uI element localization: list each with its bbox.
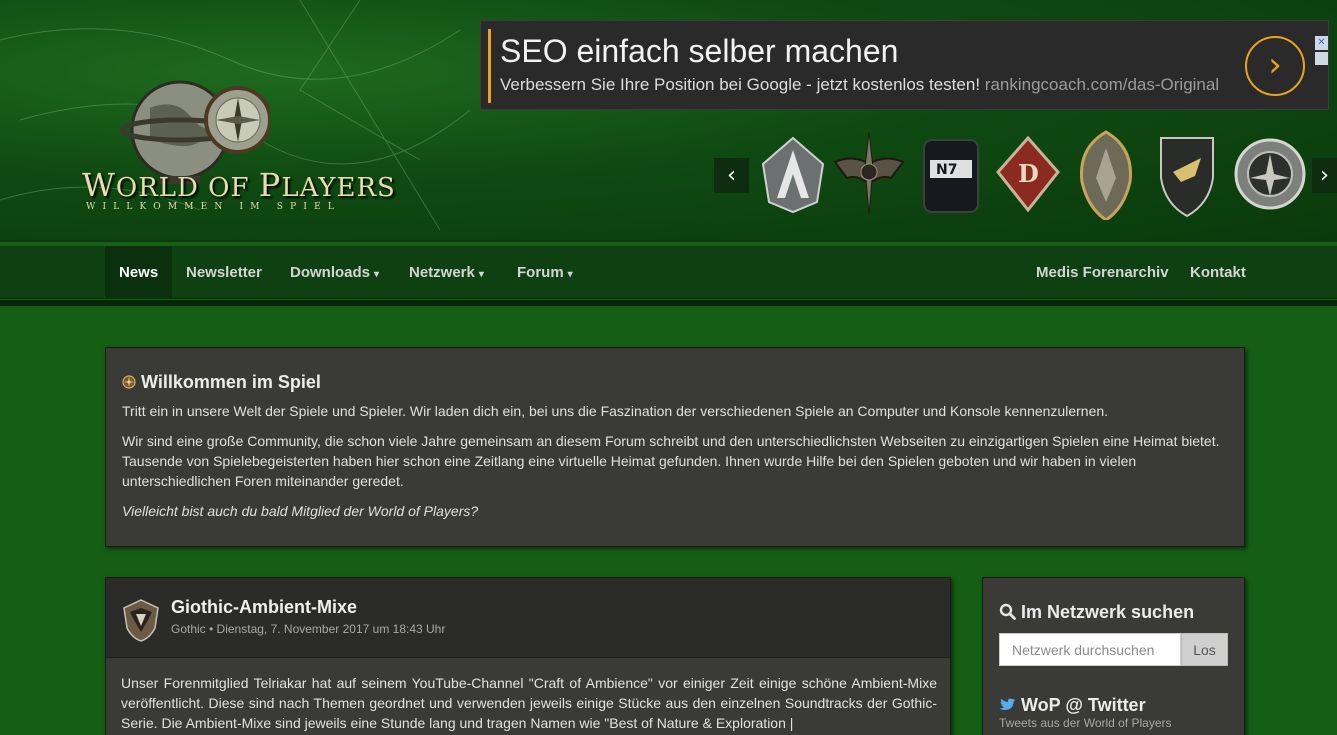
twitter-subtitle: Tweets aus der World of Players	[999, 716, 1172, 730]
nav-label: Netzwerk	[409, 264, 475, 281]
gothic-shield-icon[interactable]	[1151, 128, 1223, 220]
search-icon	[999, 603, 1016, 620]
news-article: Giothic-Ambient-Mixe Gothic • Dienstag, …	[105, 577, 951, 735]
carousel-next-button[interactable]: ›	[1312, 158, 1337, 193]
welcome-paragraph-3: Vielleicht bist auch du bald Mitglied de…	[122, 503, 479, 519]
search-section-title: Im Netzwerk suchen	[999, 602, 1194, 623]
caret-down-icon: ▾	[567, 269, 573, 280]
nav-label: Newsletter	[186, 264, 262, 281]
ad-arrow-icon[interactable]: ›	[1245, 36, 1305, 96]
twitter-section-title: WoP @ Twitter	[999, 695, 1146, 716]
nav-label: Medis Forenarchiv	[1036, 264, 1169, 281]
article-body: Unser Forenmitglied Telriakar hat auf se…	[121, 675, 937, 731]
nav-item-netzwerk[interactable]: Netzwerk ▾	[409, 246, 484, 299]
nav-item-forum[interactable]: Forum ▾	[517, 246, 573, 299]
elder-scrolls-shield-icon[interactable]	[1070, 128, 1142, 220]
welcome-paragraph-2: Wir sind eine große Community, die schon…	[122, 433, 1220, 489]
carousel-prev-button[interactable]: ‹	[714, 158, 749, 193]
nav-label: Downloads	[290, 264, 371, 281]
site-header: WORLD OF PLAYERS WILLKOMMEN IM SPIEL SEO…	[0, 0, 1337, 240]
network-search-input[interactable]	[999, 633, 1181, 666]
article-header: Giothic-Ambient-Mixe Gothic • Dienstag, …	[106, 578, 950, 658]
n7-emblem-icon[interactable]: N7	[914, 128, 986, 220]
nav-item-downloads[interactable]: Downloads ▾	[290, 246, 379, 299]
nav-divider-top	[0, 240, 1337, 242]
ad-close-icon[interactable]: ✕	[1315, 36, 1328, 50]
ad-banner[interactable]: SEO einfach selber machen Verbessern Sie…	[480, 20, 1329, 110]
article-meta: Gothic • Dienstag, 7. November 2017 um 1…	[171, 622, 446, 636]
caret-down-icon: ▾	[374, 269, 380, 280]
nav-item-kontakt[interactable]: Kontakt	[1190, 246, 1246, 299]
search-submit-button[interactable]: Los	[1181, 633, 1228, 666]
diablo-emblem-icon[interactable]: D	[992, 128, 1064, 220]
compass-rose-icon	[122, 375, 136, 389]
welcome-panel: Willkommen im Spiel Tritt ein in unsere …	[105, 347, 1245, 547]
ad-title[interactable]: SEO einfach selber machen	[500, 33, 898, 70]
welcome-paragraph-1: Tritt ein in unsere Welt der Spiele und …	[122, 403, 1109, 419]
ad-accent-bar	[488, 29, 491, 103]
welcome-title: Willkommen im Spiel	[122, 372, 321, 393]
assassins-creed-emblem-icon[interactable]	[757, 128, 829, 220]
nav-divider-bottom	[0, 300, 1337, 306]
nav-label: News	[119, 264, 159, 281]
nav-item-news[interactable]: News	[105, 246, 173, 299]
site-logo-subtitle: WILLKOMMEN IM SPIEL	[86, 202, 342, 212]
nav-label: Forum	[517, 264, 564, 281]
caret-down-icon: ▾	[478, 269, 484, 280]
gothic-category-icon[interactable]	[122, 598, 160, 642]
witcher-medallion-icon[interactable]	[1234, 128, 1306, 220]
svg-text:D: D	[1018, 159, 1039, 188]
nav-item-newsletter[interactable]: Newsletter	[186, 246, 262, 299]
article-title[interactable]: Giothic-Ambient-Mixe	[171, 597, 357, 618]
twitter-bird-icon	[999, 698, 1016, 710]
sidebar-panel: Im Netzwerk suchen Los WoP @ Twitter Twe…	[982, 577, 1245, 735]
svg-text:N7: N7	[936, 162, 957, 178]
winged-emblem-icon[interactable]	[833, 128, 905, 220]
ad-url[interactable]: rankingcoach.com/das-Original	[985, 75, 1219, 94]
main-navigation: News Newsletter Downloads ▾ Netzwerk ▾ For…	[0, 245, 1337, 299]
nav-label: Kontakt	[1190, 264, 1246, 281]
site-logo-title[interactable]: WORLD OF PLAYERS	[82, 166, 396, 204]
adchoices-icon[interactable]	[1315, 52, 1328, 65]
nav-item-medis-forenarchiv[interactable]: Medis Forenarchiv	[1036, 246, 1169, 299]
ad-description[interactable]: Verbessern Sie Ihre Position bei Google …	[500, 75, 1219, 95]
